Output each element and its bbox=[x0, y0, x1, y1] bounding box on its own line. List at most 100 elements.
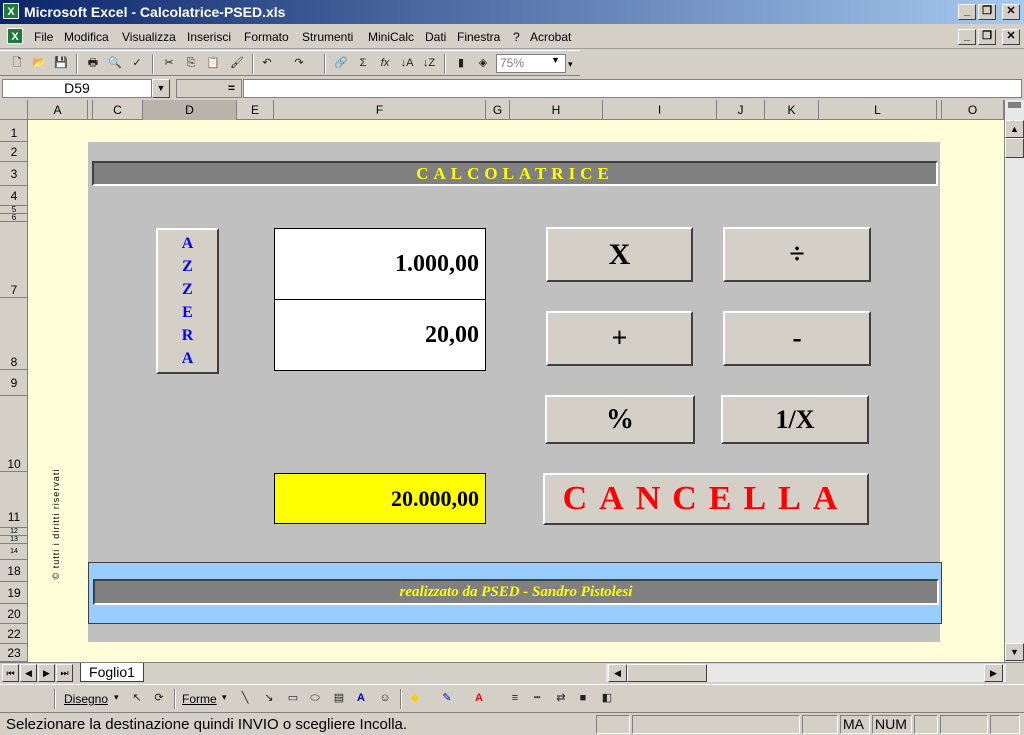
column-header[interactable]: I bbox=[603, 100, 717, 120]
excel-app-icon[interactable]: X bbox=[3, 3, 19, 19]
row-header[interactable]: 19 bbox=[0, 582, 28, 604]
row-header[interactable]: 6 bbox=[0, 214, 28, 222]
select-all-corner[interactable] bbox=[0, 100, 28, 120]
disegno-menu[interactable]: Disegno bbox=[64, 692, 108, 706]
menu-file[interactable]: File bbox=[34, 30, 53, 44]
new-icon[interactable]: 🗋 bbox=[8, 54, 26, 72]
next-sheet-icon[interactable]: ▶ bbox=[38, 664, 55, 682]
redo-icon[interactable]: ↷ bbox=[290, 54, 308, 72]
3d-icon[interactable]: ◧ bbox=[598, 689, 616, 707]
line-icon[interactable]: ╲ bbox=[236, 689, 254, 707]
column-header[interactable]: D bbox=[143, 100, 237, 120]
column-header[interactable]: F bbox=[274, 100, 486, 120]
toolbar-options-icon[interactable]: ▾ bbox=[568, 59, 573, 70]
column-header[interactable]: H bbox=[510, 100, 603, 120]
divide-button[interactable]: ÷ bbox=[723, 227, 871, 282]
spelling-icon[interactable]: ✓ bbox=[128, 54, 146, 72]
result-cell[interactable]: 20.000,00 bbox=[274, 473, 486, 524]
reciprocal-button[interactable]: 1/X bbox=[721, 395, 869, 444]
menu-finestra[interactable]: Finestra bbox=[457, 30, 500, 44]
cut-icon[interactable]: ✂ bbox=[160, 54, 178, 72]
menu-visualizza[interactable]: Visualizza bbox=[122, 30, 176, 44]
column-header[interactable]: C bbox=[93, 100, 143, 120]
operand-2-cell[interactable]: 20,00 bbox=[274, 299, 486, 371]
save-icon[interactable]: 💾 bbox=[52, 54, 70, 72]
oval-icon[interactable]: ⬭ bbox=[306, 689, 324, 707]
workbook-icon[interactable]: X bbox=[7, 28, 23, 44]
sort-ascending-icon[interactable]: ↓A bbox=[398, 54, 416, 72]
row-header[interactable]: 14 bbox=[0, 544, 28, 560]
arrow-icon[interactable]: ↘ bbox=[260, 689, 278, 707]
column-header[interactable]: G bbox=[486, 100, 510, 120]
wordart-icon[interactable]: A bbox=[352, 689, 370, 707]
operand-1-cell[interactable]: 1.000,00 bbox=[274, 228, 486, 300]
chart-wizard-icon[interactable]: ▮ bbox=[452, 54, 470, 72]
chevron-down-icon[interactable]: ▾ bbox=[222, 692, 227, 703]
print-icon[interactable]: 🖶 bbox=[84, 54, 102, 72]
formula-input[interactable] bbox=[243, 79, 1022, 98]
copy-icon[interactable]: ⎘ bbox=[182, 54, 200, 72]
h-scroll-thumb[interactable] bbox=[627, 664, 707, 682]
doc-close-icon[interactable]: ✕ bbox=[1002, 29, 1020, 45]
menu-formato[interactable]: Formato bbox=[244, 30, 289, 44]
add-button[interactable]: + bbox=[546, 311, 693, 366]
menu-acrobat[interactable]: Acrobat bbox=[530, 30, 571, 44]
column-header[interactable]: J bbox=[717, 100, 765, 120]
cancella-button[interactable]: CANCELLA bbox=[543, 473, 869, 525]
forme-menu[interactable]: Forme bbox=[182, 692, 217, 706]
column-header[interactable]: K bbox=[765, 100, 819, 120]
line-color-icon[interactable]: ✎ bbox=[438, 689, 456, 707]
row-header[interactable]: 11 bbox=[0, 472, 28, 528]
menu-inserisci[interactable]: Inserisci bbox=[187, 30, 231, 44]
hyperlink-icon[interactable]: 🔗 bbox=[332, 54, 350, 72]
row-header[interactable]: 13 bbox=[0, 536, 28, 544]
doc-minimize-icon[interactable]: _ bbox=[958, 29, 976, 45]
menu-modifica[interactable]: Modifica bbox=[64, 30, 109, 44]
row-header[interactable]: 3 bbox=[0, 162, 28, 186]
row-header[interactable]: 4 bbox=[0, 186, 28, 206]
menu-strumenti[interactable]: Strumenti bbox=[302, 30, 353, 44]
scroll-thumb[interactable] bbox=[1005, 138, 1024, 158]
line-style-icon[interactable]: ≡ bbox=[506, 689, 524, 707]
row-header[interactable]: 1 bbox=[0, 124, 28, 142]
split-box[interactable] bbox=[1008, 102, 1021, 108]
column-header[interactable]: O bbox=[942, 100, 1004, 120]
row-header[interactable]: 8 bbox=[0, 298, 28, 370]
multiply-button[interactable]: X bbox=[546, 227, 693, 282]
rectangle-icon[interactable]: ▭ bbox=[284, 689, 302, 707]
doc-restore-icon[interactable]: ❐ bbox=[978, 29, 996, 45]
column-header[interactable]: E bbox=[237, 100, 274, 120]
font-color-icon[interactable]: A bbox=[470, 689, 488, 707]
row-header[interactable]: 2 bbox=[0, 142, 28, 162]
select-pointer-icon[interactable]: ↖ bbox=[128, 689, 146, 707]
sheet-tab-foglio1[interactable]: Foglio1 bbox=[80, 663, 144, 682]
open-icon[interactable]: 📂 bbox=[30, 54, 48, 72]
row-header[interactable]: 5 bbox=[0, 206, 28, 214]
subtract-button[interactable]: - bbox=[723, 311, 871, 366]
clipart-icon[interactable]: ☺ bbox=[376, 689, 394, 707]
row-header[interactable]: 12 bbox=[0, 528, 28, 536]
close-icon[interactable]: ✕ bbox=[1002, 4, 1020, 20]
prev-sheet-icon[interactable]: ◀ bbox=[20, 664, 37, 682]
arrow-style-icon[interactable]: ⇄ bbox=[552, 689, 570, 707]
scroll-down-icon[interactable]: ▼ bbox=[1005, 643, 1024, 661]
chevron-down-icon[interactable]: ▼ bbox=[551, 55, 560, 65]
column-header[interactable]: A bbox=[28, 100, 88, 120]
first-sheet-icon[interactable]: ⏮ bbox=[2, 664, 19, 682]
restore-icon[interactable]: ❐ bbox=[978, 4, 996, 20]
vertical-scrollbar[interactable]: ▲ ▼ bbox=[1004, 100, 1024, 662]
row-header[interactable]: 18 bbox=[0, 560, 28, 582]
menu-help[interactable]: ? bbox=[513, 30, 520, 44]
sort-descending-icon[interactable]: ↓Z bbox=[420, 54, 438, 72]
paste-icon[interactable]: 📋 bbox=[204, 54, 222, 72]
scroll-up-icon[interactable]: ▲ bbox=[1005, 120, 1024, 138]
last-sheet-icon[interactable]: ⏭ bbox=[56, 664, 73, 682]
worksheet[interactable]: © tutti i diritti riservati CALCOLATRICE… bbox=[28, 120, 1004, 662]
menu-minicalc[interactable]: MiniCalc bbox=[368, 30, 414, 44]
row-header[interactable]: 20 bbox=[0, 604, 28, 624]
format-painter-icon[interactable]: 🖌 bbox=[228, 54, 246, 72]
rotate-icon[interactable]: ⟳ bbox=[150, 689, 168, 707]
horizontal-scrollbar[interactable]: ◀ ▶ bbox=[606, 664, 1006, 682]
dash-style-icon[interactable]: ┅ bbox=[528, 689, 546, 707]
menu-dati[interactable]: Dati bbox=[425, 30, 446, 44]
